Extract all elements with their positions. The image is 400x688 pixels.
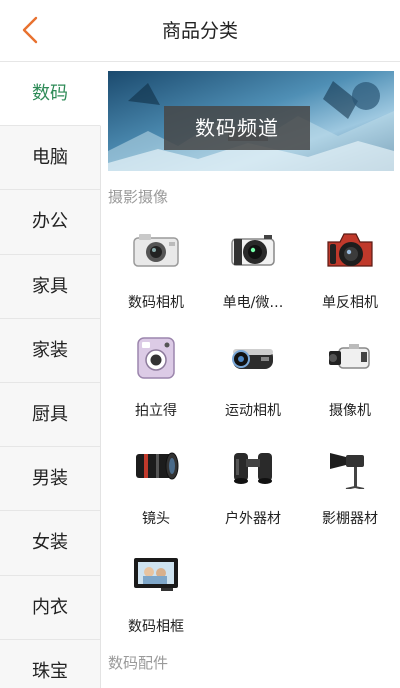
page-title: 商品分类 bbox=[161, 20, 238, 42]
category-item-label: 数码相框 bbox=[128, 619, 184, 635]
sidebar-item-womenswear[interactable]: 女装 bbox=[0, 511, 100, 576]
channel-banner[interactable]: 数码频道 bbox=[108, 71, 394, 171]
category-item[interactable]: 运动相机 bbox=[205, 330, 301, 438]
category-item-label: 影棚器材 bbox=[322, 511, 378, 527]
category-item[interactable]: 镜头 bbox=[108, 438, 204, 546]
category-item[interactable]: 数码相机 bbox=[108, 222, 204, 330]
instant-camera-icon bbox=[128, 330, 184, 386]
sidebar-item-kitchenware[interactable]: 厨具 bbox=[0, 383, 100, 448]
camcorder-icon bbox=[322, 330, 378, 386]
photo-frame-icon bbox=[128, 546, 184, 602]
section-title-photography: 摄影摄像 bbox=[108, 188, 169, 206]
dslr-camera-icon bbox=[322, 222, 378, 278]
category-item-label: 单电/微… bbox=[222, 295, 284, 311]
category-item[interactable]: 数码相框 bbox=[108, 546, 204, 654]
top-bar: 商品分类 bbox=[0, 0, 400, 62]
banner-title: 数码频道 bbox=[164, 106, 310, 150]
mirrorless-camera-icon bbox=[225, 222, 281, 278]
category-item-label: 户外器材 bbox=[225, 511, 281, 527]
sidebar-item-home-decor[interactable]: 家装 bbox=[0, 319, 100, 383]
sidebar-item-digital[interactable]: 数码 bbox=[0, 62, 101, 127]
sidebar-item-menswear[interactable]: 男装 bbox=[0, 447, 100, 512]
category-item[interactable]: 户外器材 bbox=[205, 438, 301, 546]
studio-light-icon bbox=[322, 438, 378, 494]
sidebar-item-furniture[interactable]: 家具 bbox=[0, 255, 100, 319]
category-item[interactable]: 摄像机 bbox=[302, 330, 398, 438]
category-item[interactable]: 单电/微… bbox=[205, 222, 301, 330]
category-sidebar: 数码 电脑 办公 家具 家装 厨具 男装 女装 内衣 珠宝 bbox=[0, 62, 101, 688]
sidebar-item-underwear[interactable]: 内衣 bbox=[0, 576, 100, 640]
category-item-label: 运动相机 bbox=[225, 403, 281, 419]
sidebar-item-computer[interactable]: 电脑 bbox=[0, 126, 100, 191]
section-title-accessories: 数码配件 bbox=[108, 654, 169, 672]
action-camera-icon bbox=[225, 330, 281, 386]
category-content: 数码频道 摄影摄像 数码相机 单电/微… 单反相机 拍立得 运动相机 摄像机 镜… bbox=[102, 62, 400, 688]
category-item-label: 拍立得 bbox=[135, 403, 177, 419]
category-item[interactable]: 单反相机 bbox=[302, 222, 398, 330]
category-item[interactable]: 影棚器材 bbox=[302, 438, 398, 546]
category-item-label: 摄像机 bbox=[329, 403, 371, 419]
sidebar-item-jewelry[interactable]: 珠宝 bbox=[0, 640, 100, 688]
category-item-label: 数码相机 bbox=[128, 295, 184, 311]
category-item-label: 单反相机 bbox=[322, 295, 378, 311]
compact-camera-icon bbox=[128, 222, 184, 278]
binoculars-icon bbox=[225, 438, 281, 494]
category-item-label: 镜头 bbox=[142, 511, 170, 527]
sidebar-item-office[interactable]: 办公 bbox=[0, 190, 100, 255]
lens-icon bbox=[128, 438, 184, 494]
category-item[interactable]: 拍立得 bbox=[108, 330, 204, 438]
